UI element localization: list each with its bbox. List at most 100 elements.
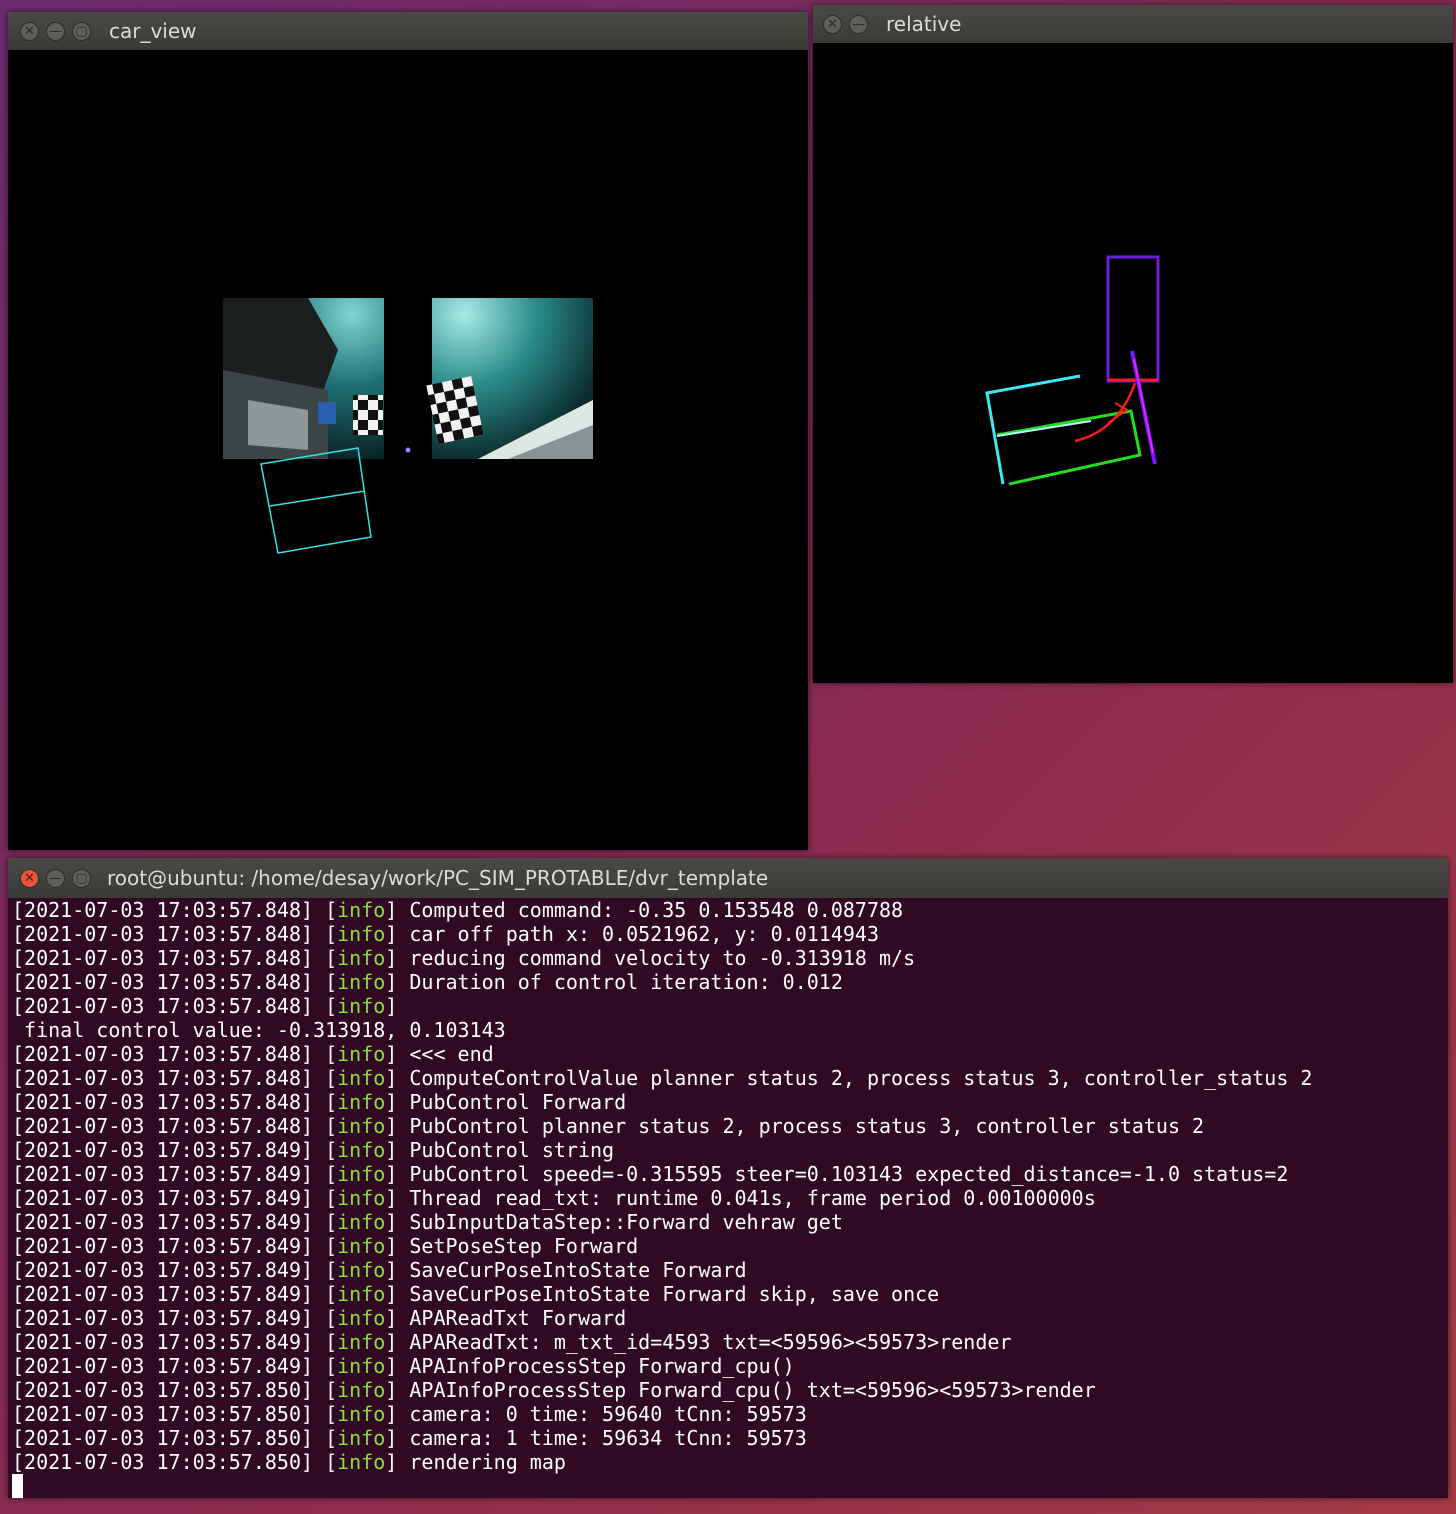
window-title: root@ubuntu: /home/desay/work/PC_SIM_PRO… [107, 866, 769, 890]
log-level: info [337, 970, 386, 994]
log-message: SubInputDataStep::Forward vehraw get [409, 1210, 843, 1234]
log-timestamp: [2021-07-03 17:03:57.848] [12, 1090, 314, 1114]
terminal-window: ✕ — ▢ root@ubuntu: /home/desay/work/PC_S… [8, 858, 1448, 1498]
log-text: final control value: -0.313918, 0.103143 [12, 1018, 506, 1042]
log-level: info [337, 1306, 386, 1330]
log-message: APAInfoProcessStep Forward_cpu() txt=<59… [409, 1378, 1096, 1402]
log-message: APAReadTxt Forward [409, 1306, 627, 1330]
log-message: APAReadTxt: m_txt_id=4593 txt=<59596><59… [409, 1330, 1012, 1354]
log-message: SaveCurPoseIntoState Forward [409, 1258, 747, 1282]
terminal-line: [2021-07-03 17:03:57.850] [info] camera:… [12, 1426, 807, 1450]
maximize-icon[interactable]: ▢ [72, 21, 91, 41]
log-message: <<< end [409, 1042, 494, 1066]
terminal-line: [2021-07-03 17:03:57.849] [info] APARead… [12, 1306, 627, 1330]
terminal-line: [2021-07-03 17:03:57.848] [info] PubCont… [12, 1114, 1205, 1138]
terminal-cursor [12, 1474, 23, 1498]
log-timestamp: [2021-07-03 17:03:57.850] [12, 1402, 314, 1426]
terminal-line: [2021-07-03 17:03:57.849] [info] SaveCur… [12, 1282, 940, 1306]
log-timestamp: [2021-07-03 17:03:57.850] [12, 1426, 314, 1450]
log-level: info [337, 1066, 386, 1090]
log-timestamp: [2021-07-03 17:03:57.848] [12, 1066, 314, 1090]
log-level: info [337, 1138, 386, 1162]
terminal-line: [2021-07-03 17:03:57.848] [info] Compute… [12, 1066, 1313, 1090]
maximize-icon[interactable]: ▢ [72, 868, 91, 888]
log-level: info [337, 1354, 386, 1378]
log-level: info [337, 946, 386, 970]
log-timestamp: [2021-07-03 17:03:57.849] [12, 1210, 314, 1234]
log-timestamp: [2021-07-03 17:03:57.849] [12, 1258, 314, 1282]
log-message: APAInfoProcessStep Forward_cpu() [409, 1354, 795, 1378]
log-level: info [337, 898, 386, 922]
log-level: info [337, 1210, 386, 1234]
log-message: Computed command: -0.35 0.153548 0.08778… [409, 898, 904, 922]
log-timestamp: [2021-07-03 17:03:57.849] [12, 1234, 314, 1258]
close-icon[interactable]: ✕ [20, 868, 39, 888]
terminal-line: [2021-07-03 17:03:57.849] [info] APARead… [12, 1330, 1012, 1354]
relative-window: ✕ — relative [813, 5, 1453, 683]
minimize-icon[interactable]: — [46, 868, 65, 888]
terminal-line: [2021-07-03 17:03:57.849] [info] SaveCur… [12, 1258, 747, 1282]
terminal-output[interactable]: [2021-07-03 17:03:57.848] [info] Compute… [12, 898, 1448, 1498]
log-level: info [337, 1450, 386, 1474]
log-timestamp: [2021-07-03 17:03:57.848] [12, 946, 314, 970]
terminal-line: [2021-07-03 17:03:57.850] [info] APAInfo… [12, 1378, 1096, 1402]
log-timestamp: [2021-07-03 17:03:57.848] [12, 922, 314, 946]
terminal-line: [2021-07-03 17:03:57.848] [info] [12, 994, 410, 1018]
terminal-line: [2021-07-03 17:03:57.849] [info] APAInfo… [12, 1354, 795, 1378]
close-icon[interactable]: ✕ [20, 21, 39, 41]
log-message: camera: 0 time: 59640 tCnn: 59573 [409, 1402, 807, 1426]
log-timestamp: [2021-07-03 17:03:57.849] [12, 1354, 314, 1378]
terminal-line: [2021-07-03 17:03:57.850] [info] renderi… [12, 1450, 566, 1474]
terminal-line: [2021-07-03 17:03:57.849] [info] SetPose… [12, 1234, 639, 1258]
log-timestamp: [2021-07-03 17:03:57.850] [12, 1450, 314, 1474]
minimize-icon[interactable]: — [849, 14, 868, 34]
relative-titlebar[interactable]: ✕ — relative [813, 5, 1453, 43]
minimize-icon[interactable]: — [46, 21, 65, 41]
car-view-window: ✕ — ▢ car_view [8, 12, 808, 850]
log-level: info [337, 1282, 386, 1306]
terminal-line: [2021-07-03 17:03:57.848] [info] <<< end [12, 1042, 494, 1066]
log-message: PubControl speed=-0.315595 steer=0.10314… [409, 1162, 1289, 1186]
log-level: info [337, 1162, 386, 1186]
log-message: Thread read_txt: runtime 0.041s, frame p… [409, 1186, 1096, 1210]
log-level: info [337, 1258, 386, 1282]
log-timestamp: [2021-07-03 17:03:57.848] [12, 1042, 314, 1066]
close-icon[interactable]: ✕ [823, 14, 842, 34]
terminal-line: [2021-07-03 17:03:57.848] [info] Compute… [12, 898, 904, 922]
log-level: info [337, 994, 386, 1018]
log-message: PubControl string [409, 1138, 615, 1162]
terminal-line: [2021-07-03 17:03:57.848] [info] reducin… [12, 946, 916, 970]
ego-center-marker [405, 447, 411, 453]
terminal-line: [2021-07-03 17:03:57.848] [info] Duratio… [12, 970, 843, 994]
target-slot [985, 374, 1142, 486]
log-message: rendering map [409, 1450, 566, 1474]
car-view-titlebar[interactable]: ✕ — ▢ car_view [8, 12, 808, 50]
terminal-line: [2021-07-03 17:03:57.850] [info] camera:… [12, 1402, 807, 1426]
log-level: info [337, 1330, 386, 1354]
car-view-canvas [223, 298, 593, 554]
log-message: camera: 1 time: 59634 tCnn: 59573 [409, 1426, 807, 1450]
log-level: info [337, 922, 386, 946]
log-message: car off path x: 0.0521962, y: 0.0114943 [409, 922, 879, 946]
terminal-titlebar[interactable]: ✕ — ▢ root@ubuntu: /home/desay/work/PC_S… [8, 858, 1448, 898]
parking-slot-overlay [260, 447, 372, 554]
log-timestamp: [2021-07-03 17:03:57.849] [12, 1138, 314, 1162]
log-message: SaveCurPoseIntoState Forward skip, save … [409, 1282, 940, 1306]
relative-canvas [985, 255, 1160, 486]
terminal-line: [2021-07-03 17:03:57.849] [info] SubInpu… [12, 1210, 843, 1234]
log-timestamp: [2021-07-03 17:03:57.848] [12, 898, 314, 922]
log-message: ComputeControlValue planner status 2, pr… [409, 1066, 1313, 1090]
right-camera-image [426, 298, 593, 459]
log-message: reducing command velocity to -0.313918 m… [409, 946, 916, 970]
terminal-line: [2021-07-03 17:03:57.849] [info] PubCont… [12, 1162, 1289, 1186]
window-title: car_view [109, 19, 197, 43]
terminal-line: [2021-07-03 17:03:57.848] [info] car off… [12, 922, 879, 946]
left-camera-image [223, 298, 384, 459]
log-level: info [337, 1090, 386, 1114]
log-timestamp: [2021-07-03 17:03:57.848] [12, 994, 314, 1018]
log-message: SetPoseStep Forward [409, 1234, 639, 1258]
log-level: info [337, 1234, 386, 1258]
log-timestamp: [2021-07-03 17:03:57.849] [12, 1162, 314, 1186]
log-timestamp: [2021-07-03 17:03:57.849] [12, 1306, 314, 1330]
log-message: PubControl Forward [409, 1090, 627, 1114]
